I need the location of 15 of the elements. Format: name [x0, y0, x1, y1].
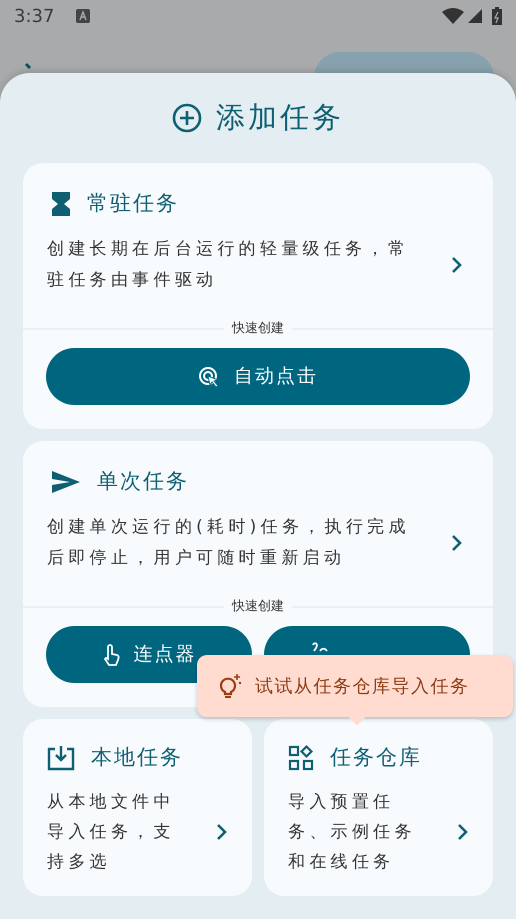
task-source-card[interactable]: 任务仓库 导入预置任务、示例任务和在线任务 [264, 719, 493, 896]
card-title: 任务仓库 [330, 744, 422, 772]
card-description: 创建长期在后台运行的轻量级任务，常驻任务由事件驱动 [47, 238, 410, 292]
card-title: 本地任务 [91, 744, 183, 772]
status-time: 3:37 [14, 4, 54, 28]
card-description: 导入预置任务、示例任务和在线任务 [288, 791, 417, 874]
task-source-card[interactable]: 本地任务 从本地文件中导入任务，支持多选 [23, 719, 252, 896]
sheet-title: 添加任务 [216, 99, 344, 136]
card-description: 从本地文件中导入任务，支持多选 [47, 791, 176, 874]
card-description: 创建单次运行的(耗时)任务，执行完成后即停止，用户可随时重新启动 [47, 516, 411, 570]
card-title: 单次任务 [97, 468, 189, 496]
card-title: 常驻任务 [87, 190, 179, 218]
quick-create-button[interactable]: 自动点击 [46, 348, 470, 405]
task-type-card[interactable]: 常驻任务 创建长期在后台运行的轻量级任务，常驻任务由事件驱动 快速创建 自动点击 [23, 163, 493, 429]
tooltip-text: 试试从任务仓库导入任务 [255, 674, 470, 698]
